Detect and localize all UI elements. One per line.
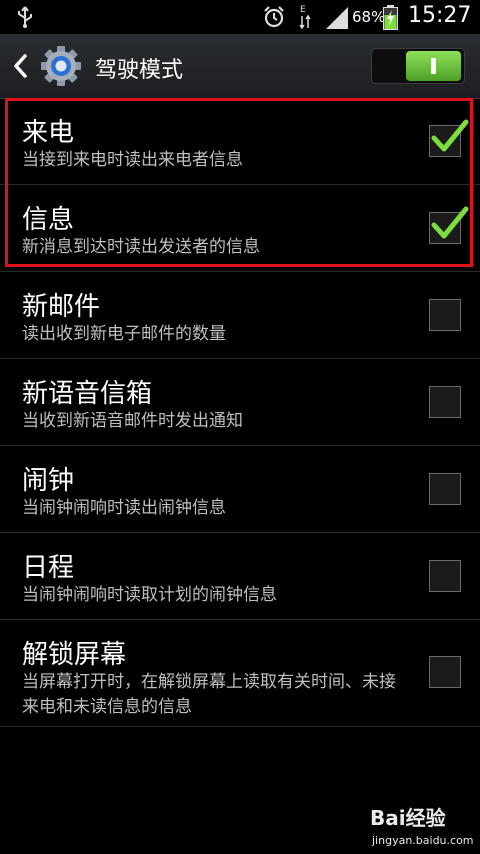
action-bar: 驾驶模式 <box>0 34 480 99</box>
list-item-alarm[interactable]: 闹钟 当闹钟闹响时读出闹钟信息 <box>0 446 480 533</box>
item-title: 新语音信箱 <box>22 379 153 409</box>
watermark-brand: Bai经验 <box>370 806 446 830</box>
battery-charging-icon <box>383 5 398 30</box>
checkbox-unchecked[interactable] <box>429 386 461 418</box>
checkbox-unchecked[interactable] <box>429 560 461 592</box>
checkbox-checked[interactable] <box>429 119 469 157</box>
watermark-url: jingyan.baidu.com <box>372 834 474 847</box>
item-title: 新邮件 <box>22 292 101 322</box>
svg-text:E: E <box>300 5 306 15</box>
checkbox-unchecked[interactable] <box>429 473 461 505</box>
item-description: 当闹钟闹响时读取计划的闹钟信息 <box>22 585 277 605</box>
item-title: 解锁屏幕 <box>22 640 127 670</box>
item-title: 日程 <box>22 553 75 583</box>
list-item-schedule[interactable]: 日程 当闹钟闹响时读取计划的闹钟信息 <box>0 533 480 620</box>
battery-percent: 68% <box>352 8 386 26</box>
watermark: Bai经验 jingyan.baidu.com <box>370 800 480 854</box>
settings-list: 来电 当接到来电时读出来电者信息 信息 新消息到达时读出发送者的信息 新邮件 读… <box>0 98 480 727</box>
settings-gear-icon <box>41 46 81 86</box>
item-title: 闹钟 <box>22 466 75 496</box>
item-title: 来电 <box>22 118 75 148</box>
signal-icon <box>326 7 348 29</box>
checkmark-icon <box>431 206 469 239</box>
chevron-left-icon <box>14 54 27 78</box>
checkbox-checked[interactable] <box>429 206 469 244</box>
item-description: 当闹钟闹响时读出闹钟信息 <box>22 498 226 518</box>
item-description: 新消息到达时读出发送者的信息 <box>22 237 260 257</box>
list-item-voicemail[interactable]: 新语音信箱 当收到新语音邮件时发出通知 <box>0 359 480 446</box>
alarm-icon <box>264 6 284 28</box>
item-description: 读出收到新电子邮件的数量 <box>22 324 226 344</box>
item-description: 当接到来电时读出来电者信息 <box>22 150 243 170</box>
driving-mode-toggle[interactable] <box>371 48 465 84</box>
data-arrows-icon: E <box>299 5 311 30</box>
list-item-unlock-screen[interactable]: 解锁屏幕 当屏幕打开时，在解锁屏幕上读取有关时间、未接来电和未读信息的信息 <box>0 620 480 727</box>
clock: 15:27 <box>408 3 472 28</box>
checkbox-unchecked[interactable] <box>429 299 461 331</box>
list-item-incoming-call[interactable]: 来电 当接到来电时读出来电者信息 <box>0 98 480 185</box>
back-button[interactable] <box>0 34 100 98</box>
list-item-message[interactable]: 信息 新消息到达时读出发送者的信息 <box>0 185 480 272</box>
item-description: 当屏幕打开时，在解锁屏幕上读取有关时间、未接来电和未读信息的信息 <box>22 672 396 717</box>
list-item-new-email[interactable]: 新邮件 读出收到新电子邮件的数量 <box>0 272 480 359</box>
checkbox-unchecked[interactable] <box>429 656 461 688</box>
checkmark-icon <box>431 119 469 152</box>
page-title: 驾驶模式 <box>95 58 184 83</box>
usb-icon <box>18 6 32 28</box>
toggle-knob <box>406 51 461 81</box>
item-description: 当收到新语音邮件时发出通知 <box>22 411 243 431</box>
item-title: 信息 <box>22 205 75 235</box>
status-bar: E 68% 15:27 <box>0 0 480 34</box>
